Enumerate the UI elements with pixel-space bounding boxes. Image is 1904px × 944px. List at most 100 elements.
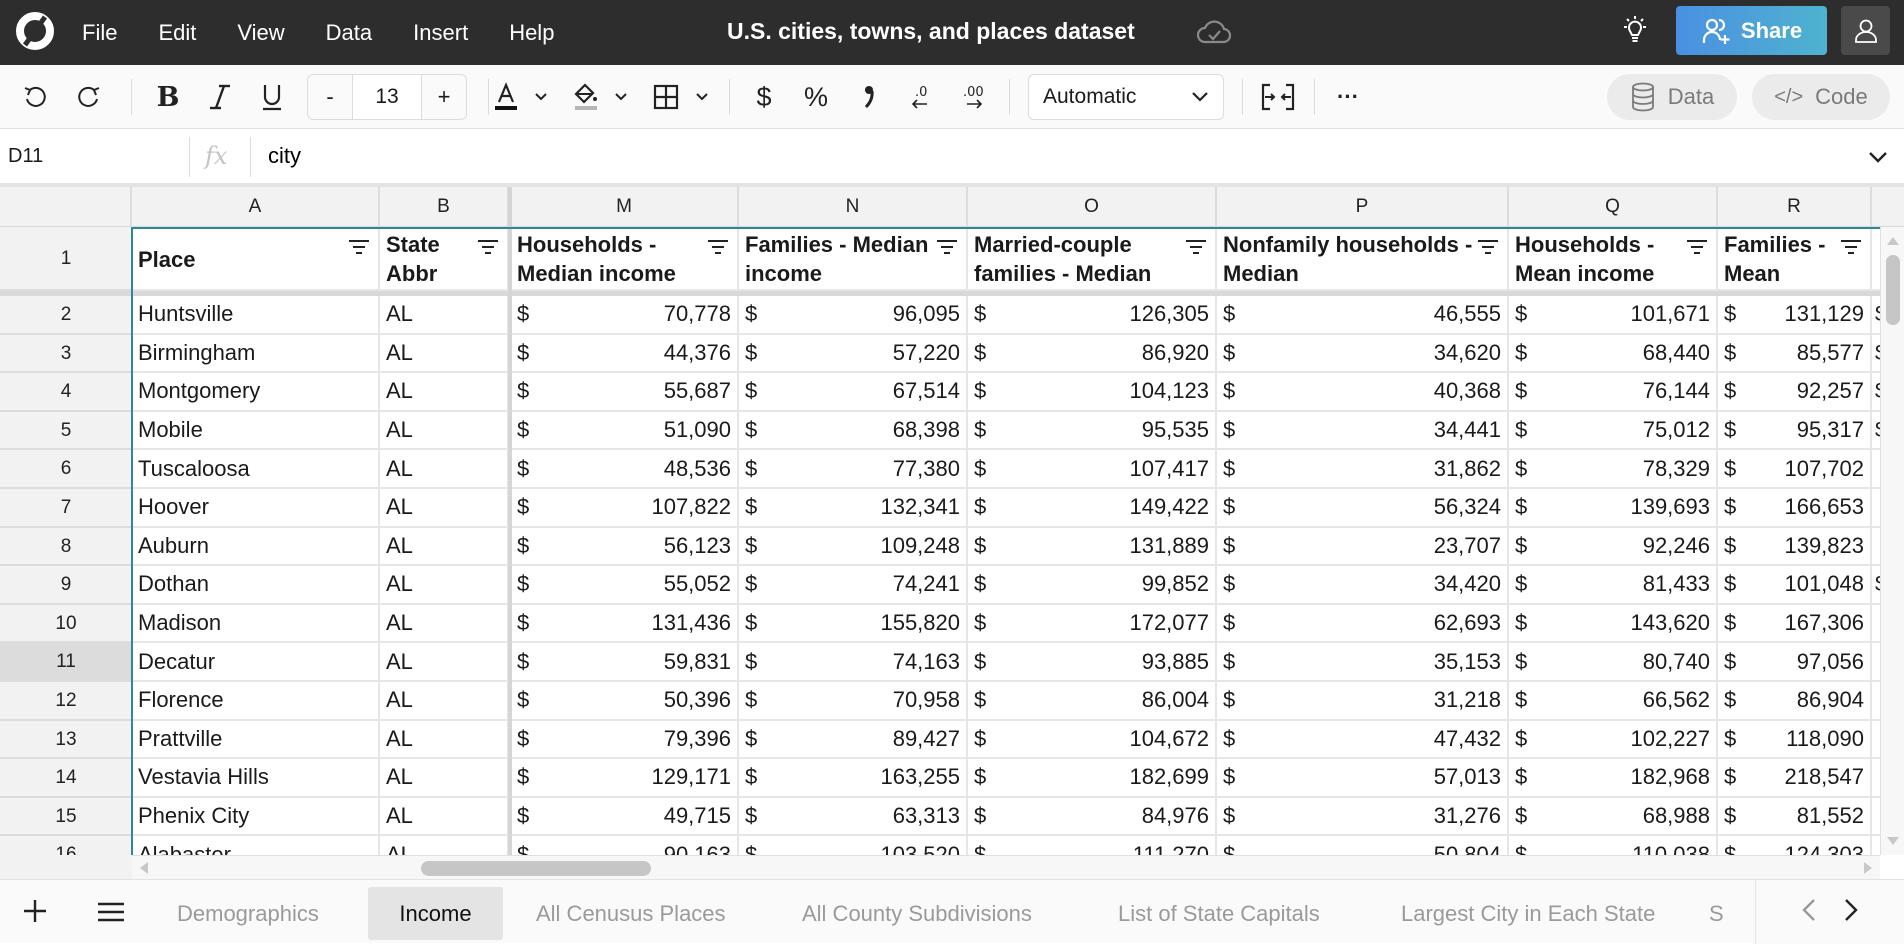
cell-households-median-income[interactable]: $59,831 (511, 643, 739, 682)
cell-state-abbr[interactable]: AL (380, 836, 509, 855)
column-header-p[interactable]: P (1217, 187, 1509, 227)
cell-married-couple-median[interactable]: $95,535 (968, 411, 1217, 451)
undo-button[interactable] (17, 79, 53, 115)
merge-cells-button[interactable] (1258, 79, 1298, 115)
cell-households-median-income[interactable]: $56,123 (511, 527, 739, 567)
cell-reference-box[interactable]: D11 (8, 129, 43, 183)
cell-place[interactable]: Montgomery (132, 373, 380, 412)
cell-state-abbr[interactable]: AL (380, 527, 509, 567)
cell-families-median-income[interactable]: $74,163 (739, 643, 968, 682)
cell-families-median-income[interactable]: $155,820 (739, 604, 968, 644)
filter-icon[interactable] (1840, 238, 1862, 256)
cell-families-mean[interactable]: $167,306 (1718, 604, 1872, 644)
scroll-right-arrow-icon[interactable] (1860, 857, 1876, 879)
column-header-q[interactable]: Q (1509, 187, 1718, 227)
row-header-2[interactable]: 2 (0, 296, 132, 335)
row-header-6[interactable]: 6 (0, 450, 132, 489)
cell-nonfamily-median[interactable]: $31,862 (1217, 450, 1509, 489)
cell-families-mean[interactable]: $124,303 (1718, 836, 1872, 855)
add-sheet-button[interactable] (18, 894, 52, 928)
row-header-11[interactable]: 11 (0, 643, 132, 682)
cell-place[interactable]: Birmingham (132, 334, 380, 374)
cell-families-mean[interactable]: $86,904 (1718, 682, 1872, 721)
cell-families-mean[interactable]: $95,317 (1718, 411, 1872, 451)
fill-color-dropdown[interactable] (608, 79, 634, 115)
row-header-12[interactable]: 12 (0, 682, 132, 721)
cell-state-abbr[interactable]: AL (380, 566, 509, 605)
cell-households-mean-income[interactable]: $78,329 (1509, 450, 1718, 489)
scroll-up-arrow-icon[interactable] (1882, 233, 1904, 249)
cell-married-couple-median[interactable]: $149,422 (968, 489, 1217, 528)
cell-state-abbr[interactable]: AL (380, 489, 509, 528)
cell-families-mean[interactable]: $166,653 (1718, 489, 1872, 528)
formula-input[interactable] (268, 129, 1818, 183)
header-cell-nonfamily-median[interactable]: Nonfamily households - Median (1217, 229, 1509, 291)
sheet-list-menu-icon[interactable] (94, 895, 128, 929)
cell-families-mean[interactable]: $85,577 (1718, 334, 1872, 374)
sheet-tab-largest-city-in-each-state[interactable]: Largest City in Each State (1387, 887, 1669, 940)
row-header-15[interactable]: 15 (0, 797, 132, 837)
cell-families-median-income[interactable]: $103,520 (739, 836, 968, 855)
cell-families-median-income[interactable]: $96,095 (739, 296, 968, 335)
cell-households-median-income[interactable]: $90,163 (511, 836, 739, 855)
cell-families-median-income[interactable]: $68,398 (739, 411, 968, 451)
cell-married-couple-median[interactable]: $131,889 (968, 527, 1217, 567)
cell-place[interactable]: Dothan (132, 566, 380, 605)
sheet-tab-partial[interactable]: S (1695, 887, 1738, 940)
cell-state-abbr[interactable]: AL (380, 450, 509, 489)
header-cell-households-mean-income[interactable]: Households - Mean income (1509, 229, 1718, 291)
horizontal-scrollbar[interactable] (132, 855, 1880, 879)
cell-families-median-income[interactable]: $163,255 (739, 759, 968, 798)
column-header-b[interactable]: B (380, 187, 509, 227)
column-header-m[interactable]: M (511, 187, 739, 227)
data-panel-button[interactable]: Data (1607, 74, 1737, 120)
header-cell-households-median-income[interactable]: Households - Median income (511, 229, 739, 291)
cell-nonfamily-median[interactable]: $57,013 (1217, 759, 1509, 798)
cell-state-abbr[interactable]: AL (380, 682, 509, 721)
more-options-button[interactable]: ··· (1330, 79, 1366, 115)
cell-place[interactable]: Prattville (132, 720, 380, 760)
text-color-button[interactable] (486, 79, 526, 115)
cell-families-mean[interactable]: $118,090 (1718, 720, 1872, 760)
cell-households-mean-income[interactable]: $182,968 (1509, 759, 1718, 798)
cell-place[interactable]: Tuscaloosa (132, 450, 380, 489)
cell-state-abbr[interactable]: AL (380, 604, 509, 644)
column-header-r[interactable]: R (1718, 187, 1872, 227)
cell-nonfamily-median[interactable]: $46,555 (1217, 296, 1509, 335)
cell-nonfamily-median[interactable]: $50,804 (1217, 836, 1509, 855)
cell-married-couple-median[interactable]: $104,672 (968, 720, 1217, 760)
cell-married-couple-median[interactable]: $126,305 (968, 296, 1217, 335)
cell-households-mean-income[interactable]: $68,988 (1509, 797, 1718, 837)
underline-button[interactable] (254, 79, 290, 115)
scroll-down-arrow-icon[interactable] (1882, 833, 1904, 849)
share-button[interactable]: Share (1676, 6, 1827, 55)
cell-nonfamily-median[interactable]: $34,620 (1217, 334, 1509, 374)
cell-place[interactable]: Auburn (132, 527, 380, 567)
cell-nonfamily-median[interactable]: $31,218 (1217, 682, 1509, 721)
cell-families-mean[interactable]: $101,048 (1718, 566, 1872, 605)
cell-households-mean-income[interactable]: $101,671 (1509, 296, 1718, 335)
cell-nonfamily-median[interactable]: $35,153 (1217, 643, 1509, 682)
cell-married-couple-median[interactable]: $84,976 (968, 797, 1217, 837)
sheet-tab-all-census-places[interactable]: All Cenusus Places (522, 887, 740, 940)
cell-nonfamily-median[interactable]: $34,441 (1217, 411, 1509, 451)
cell-households-median-income[interactable]: $55,052 (511, 566, 739, 605)
cell-families-mean[interactable]: $218,547 (1718, 759, 1872, 798)
spreadsheet-grid[interactable]: A B M N O P Q R 1 Place State Abbr Househo… (0, 187, 1904, 855)
sheet-tab-list-of-state-capitals[interactable]: List of State Capitals (1104, 887, 1334, 940)
cell-nonfamily-median[interactable]: $23,707 (1217, 527, 1509, 567)
row-header-4[interactable]: 4 (0, 373, 132, 412)
cell-households-median-income[interactable]: $48,536 (511, 450, 739, 489)
select-all-corner[interactable] (0, 187, 132, 227)
cell-households-mean-income[interactable]: $81,433 (1509, 566, 1718, 605)
sheet-tab-demographics[interactable]: Demographics (163, 887, 333, 940)
bold-button[interactable]: B (150, 79, 186, 115)
number-format-select[interactable]: Automatic (1028, 74, 1224, 120)
filter-icon[interactable] (1477, 238, 1499, 256)
header-cell-place[interactable]: Place (132, 229, 380, 291)
column-header-n[interactable]: N (739, 187, 968, 227)
cell-families-median-income[interactable]: $63,313 (739, 797, 968, 837)
row-header-16[interactable]: 16 (0, 836, 132, 855)
decrease-decimals-button[interactable]: .0 (902, 79, 938, 115)
frozen-column-divider[interactable] (508, 187, 512, 855)
